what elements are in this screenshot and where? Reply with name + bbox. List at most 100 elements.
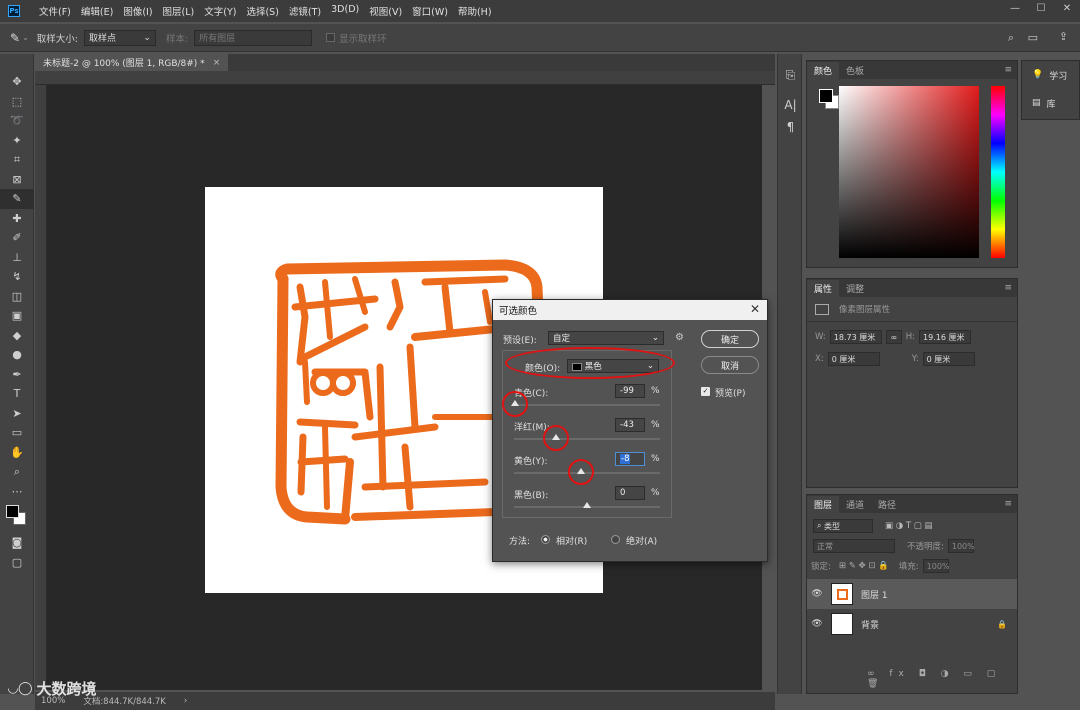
preview-checkbox[interactable]: ✓ — [701, 387, 710, 396]
share-icon[interactable]: ⇪ — [1059, 30, 1068, 43]
fg-bg-colors[interactable] — [0, 501, 34, 533]
fill-input[interactable]: 100% — [922, 559, 950, 573]
sample-size-select[interactable]: 取样点 ⌄ — [83, 29, 156, 46]
pen-tool-icon[interactable]: ✒ — [0, 365, 34, 385]
search-icon[interactable]: ⌕ — [1008, 31, 1014, 45]
close-icon[interactable]: ✕ — [750, 302, 760, 316]
preset-select[interactable]: 自定 ⌄ — [548, 331, 664, 345]
marquee-tool-icon[interactable]: ⬚ — [0, 92, 34, 112]
x-input[interactable]: 0 厘米 — [827, 352, 880, 366]
relative-radio[interactable] — [541, 535, 550, 544]
tab-layers[interactable]: 图层 — [807, 496, 840, 513]
gradient-tool-icon[interactable]: ▣ — [0, 306, 34, 326]
dodge-tool-icon[interactable]: ● — [0, 345, 34, 365]
hue-slider[interactable] — [991, 86, 1005, 258]
eraser-tool-icon[interactable]: ◫ — [0, 287, 34, 307]
menu-item[interactable]: 帮助(H) — [453, 4, 497, 18]
sample-select[interactable]: 所有图层 — [194, 29, 313, 46]
gear-icon[interactable]: ⚙ — [675, 332, 684, 343]
zoom-tool-icon[interactable]: ⌕ — [0, 462, 34, 482]
library-item[interactable]: ▤ 库 — [1022, 89, 1079, 117]
eyedropper-tool-icon-active[interactable]: ✎ — [0, 189, 34, 209]
slider-value-input[interactable]: -8 — [615, 452, 645, 466]
absolute-radio[interactable] — [611, 535, 620, 544]
tab-swatches[interactable]: 色板 — [839, 62, 871, 79]
tab-color[interactable]: 颜色 — [807, 62, 840, 79]
layer-filter-select[interactable]: ⌕ 类型 — [813, 519, 873, 533]
ok-button[interactable]: 确定 — [701, 330, 759, 348]
type-tool-icon[interactable]: T — [0, 384, 34, 404]
tab-channels[interactable]: 通道 — [839, 496, 871, 513]
status-arrow-icon[interactable]: › — [184, 696, 187, 706]
eye-icon[interactable]: 👁 — [807, 589, 827, 599]
h-input[interactable]: 19.16 厘米 — [919, 330, 972, 344]
panel-menu-icon[interactable]: ≡ — [1004, 283, 1012, 293]
lasso-tool-icon[interactable]: ➰ — [0, 111, 34, 131]
layer-row[interactable]: 👁 图层 1 — [807, 579, 1017, 609]
learn-item[interactable]: 💡 学习 — [1022, 61, 1079, 89]
history-brush-tool-icon[interactable]: ↯ — [0, 267, 34, 287]
menu-item[interactable]: 滤镜(T) — [284, 4, 326, 18]
layer-name[interactable]: 图层 1 — [861, 588, 888, 601]
healing-brush-tool-icon[interactable]: ✚ — [0, 209, 34, 229]
tab-paths[interactable]: 路径 — [871, 496, 903, 513]
menu-item[interactable]: 文件(F) — [34, 4, 76, 18]
show-ring-checkbox[interactable] — [326, 33, 336, 42]
panel-menu-icon[interactable]: ≡ — [1004, 499, 1012, 509]
color-picker-field[interactable] — [839, 86, 979, 258]
slider-track[interactable] — [514, 438, 660, 440]
menu-item[interactable]: 图层(L) — [158, 4, 200, 18]
close-tab-icon[interactable]: × — [213, 58, 221, 68]
blend-mode-select[interactable]: 正常 — [813, 539, 895, 553]
y-input[interactable]: 0 厘米 — [922, 352, 975, 366]
blur-tool-icon[interactable]: ◆ — [0, 326, 34, 346]
maximize-button[interactable]: ☐ — [1028, 0, 1054, 22]
menu-item[interactable]: 图像(I) — [118, 4, 157, 18]
magic-wand-tool-icon[interactable]: ✦ — [0, 131, 34, 151]
layer-actions[interactable]: ∞ fx ◘ ◑ ▭ ▢ 🗑 — [867, 669, 1017, 689]
brush-tool-icon[interactable]: ✐ — [0, 228, 34, 248]
character-panel-icon[interactable]: A| — [778, 94, 803, 116]
cancel-button[interactable]: 取消 — [701, 356, 759, 374]
hand-tool-icon[interactable]: ✋ — [0, 443, 34, 463]
eye-icon[interactable]: 👁 — [807, 619, 827, 629]
more-tools-icon[interactable]: ⋯ — [0, 482, 34, 502]
workspace-icon[interactable]: ▭ — [1028, 31, 1038, 44]
lock-icons[interactable]: ⊞ ✎ ✥ ⊡ 🔒 — [839, 561, 889, 571]
screen-mode-icon[interactable]: ▢ — [0, 553, 34, 573]
stamp-tool-icon[interactable]: ⊥ — [0, 248, 34, 268]
link-icon[interactable]: ∞ — [885, 330, 902, 344]
w-input[interactable]: 18.73 厘米 — [829, 330, 882, 344]
foreground-swatch[interactable] — [819, 89, 833, 103]
slider-value-input[interactable]: -99 — [615, 384, 645, 398]
quick-mask-icon[interactable]: ◙ — [0, 533, 34, 553]
panel-menu-icon[interactable]: ≡ — [1004, 65, 1012, 75]
close-window-button[interactable]: ✕ — [1054, 0, 1080, 22]
opacity-input[interactable]: 100% — [947, 539, 975, 553]
slider-value-input[interactable]: 0 — [615, 486, 645, 500]
rectangle-tool-icon[interactable]: ▭ — [0, 423, 34, 443]
crop-tool-icon[interactable]: ⌗ — [0, 150, 34, 170]
history-panel-icon[interactable]: ⎘ — [778, 64, 803, 86]
document-tab[interactable]: 未标题-2 @ 100% (图层 1, RGB/8#) * × — [35, 54, 229, 71]
menu-item[interactable]: 选择(S) — [241, 4, 283, 18]
move-tool-icon[interactable]: ✥ — [0, 72, 34, 92]
layer-row[interactable]: 👁 背景 🔒 — [807, 609, 1017, 639]
eyedropper-tool-icon[interactable]: ✎ — [10, 31, 20, 45]
slider-track[interactable] — [514, 404, 660, 406]
menu-item[interactable]: 编辑(E) — [76, 4, 118, 18]
layer-name[interactable]: 背景 — [861, 618, 879, 631]
menu-item[interactable]: 窗口(W) — [407, 4, 453, 18]
menu-item[interactable]: 3D(D) — [326, 4, 364, 18]
tool-preset-chevron-icon[interactable]: ⌄ — [22, 33, 29, 42]
minimize-button[interactable]: — — [1002, 0, 1028, 22]
menu-item[interactable]: 视图(V) — [364, 4, 407, 18]
slider-value-input[interactable]: -43 — [615, 418, 645, 432]
tab-adjustments[interactable]: 调整 — [839, 280, 871, 297]
filter-icons[interactable]: ▣ ◑ T ▢ ▤ — [885, 521, 933, 531]
slider-thumb[interactable] — [583, 502, 591, 508]
tab-properties[interactable]: 属性 — [807, 280, 840, 297]
path-selection-tool-icon[interactable]: ➤ — [0, 404, 34, 424]
foreground-color-swatch[interactable] — [6, 505, 19, 518]
paragraph-panel-icon[interactable]: ¶ — [778, 116, 803, 138]
